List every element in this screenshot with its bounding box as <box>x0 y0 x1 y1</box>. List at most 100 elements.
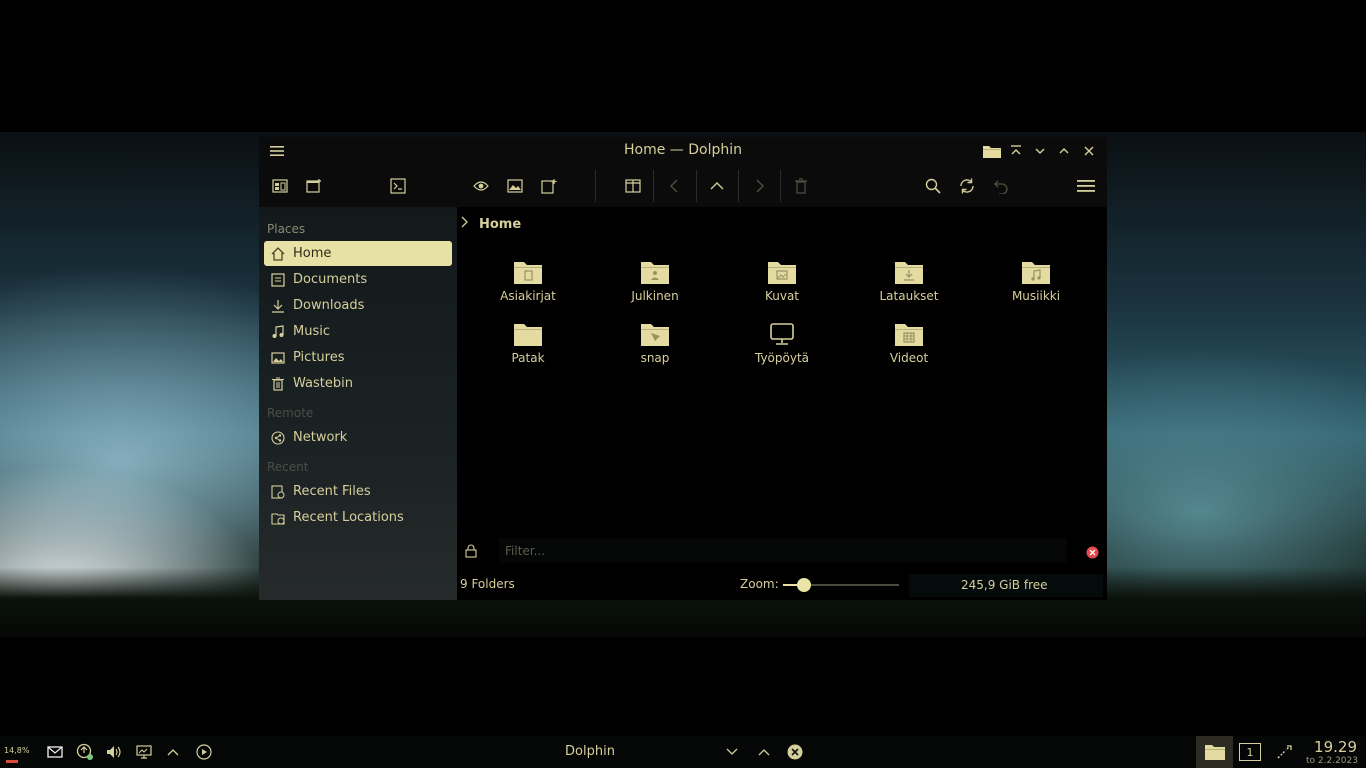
folder-label: Videot <box>889 351 929 365</box>
breadcrumb[interactable]: Home <box>461 216 521 232</box>
folder-count: 9 Folders <box>460 577 515 591</box>
sidebar-item-label: Network <box>293 430 348 445</box>
sidebar-item-label: Music <box>293 324 330 339</box>
downloads-icon <box>270 298 286 314</box>
folder-label: Kuvat <box>764 289 800 303</box>
chevron-right-icon[interactable] <box>461 216 469 232</box>
folder-icon <box>1204 745 1225 760</box>
network-icon <box>270 430 286 446</box>
chevron-up-icon[interactable] <box>163 742 183 762</box>
sidebar-item-network[interactable]: Network <box>264 425 452 450</box>
trash-icon[interactable] <box>789 174 813 198</box>
sidebar-item-label: Downloads <box>293 298 365 313</box>
active-task-title[interactable]: Dolphin <box>540 744 640 759</box>
lock-icon[interactable] <box>465 543 477 562</box>
minimize-icon[interactable] <box>1030 141 1050 161</box>
filter-bar <box>457 536 1107 566</box>
clock-date[interactable]: to 2.2.2023 <box>1306 756 1358 766</box>
folder-item[interactable]: snap <box>600 321 710 377</box>
folder-item[interactable]: Videot <box>854 321 964 377</box>
title-bar[interactable]: Home — Dolphin <box>259 137 1107 164</box>
forward-icon[interactable] <box>747 174 771 198</box>
back-icon[interactable] <box>663 174 687 198</box>
folder-item[interactable]: Asiakirjat <box>473 259 583 315</box>
virtual-desktop-pager[interactable]: 1 <box>1239 743 1261 761</box>
new-folder-icon[interactable] <box>537 174 561 198</box>
clear-filter-icon[interactable] <box>1086 544 1099 563</box>
volume-icon[interactable] <box>104 742 124 762</box>
keep-above-icon[interactable] <box>1006 141 1026 161</box>
sidebar-item-label: Documents <box>293 272 368 287</box>
sidebar-item-downloads[interactable]: Downloads <box>264 293 452 318</box>
terminal-icon[interactable] <box>386 174 410 198</box>
sidebar-item-label: Pictures <box>293 350 345 365</box>
mail-icon[interactable] <box>45 742 65 762</box>
clock-time[interactable]: 19.29 <box>1314 738 1357 756</box>
sidebar-item-documents[interactable]: Documents <box>264 267 452 292</box>
breadcrumb-home[interactable]: Home <box>479 217 521 232</box>
task-maximize-icon[interactable] <box>754 742 774 762</box>
hamburger-menu-icon[interactable] <box>1074 174 1098 198</box>
toolbar-separator <box>738 170 739 202</box>
sidebar-item-home[interactable]: Home <box>264 241 452 266</box>
undo-icon[interactable] <box>989 174 1013 198</box>
display-icon[interactable] <box>134 742 154 762</box>
sidebar-item-recent-files[interactable]: Recent Files <box>264 479 452 504</box>
toolbar-separator <box>595 170 596 202</box>
network-status-icon[interactable] <box>1275 742 1295 762</box>
public-folder-icon <box>641 262 669 284</box>
window-title: Home — Dolphin <box>623 142 742 158</box>
folder-label: Julkinen <box>631 289 679 303</box>
task-minimize-icon[interactable] <box>722 742 742 762</box>
filter-input[interactable] <box>499 538 1067 563</box>
zoom-slider[interactable] <box>783 578 899 592</box>
taskbar-dolphin-button[interactable] <box>1196 736 1233 768</box>
refresh-icon[interactable] <box>955 174 979 198</box>
sidebar-item-recent-locations[interactable]: Recent Locations <box>264 505 452 530</box>
zoom-slider-handle[interactable] <box>796 578 811 592</box>
folder-item[interactable]: Julkinen <box>600 259 710 315</box>
up-icon[interactable] <box>705 174 729 198</box>
image-icon[interactable] <box>503 174 527 198</box>
folder-item[interactable]: Musiikki <box>981 259 1091 315</box>
sidebar-item-pictures[interactable]: Pictures <box>264 345 452 370</box>
folder-item[interactable]: Patak <box>473 321 583 377</box>
places-panel: Places Home Documents Downloads Music Pi… <box>259 207 457 600</box>
split-view-icon[interactable] <box>621 174 645 198</box>
recent-locations-icon <box>270 510 286 526</box>
folder-label: Työpöytä <box>754 351 810 365</box>
cpu-graph <box>6 760 18 763</box>
folder-item[interactable]: Kuvat <box>727 259 837 315</box>
free-space-text: 245,9 GiB free <box>961 578 1048 592</box>
folder-label: snap <box>640 351 670 365</box>
sidebar-item-label: Wastebin <box>293 376 353 391</box>
folder-item[interactable]: Lataukset <box>854 259 964 315</box>
sidebar-item-label: Home <box>293 246 332 261</box>
free-space-indicator[interactable]: 245,9 GiB free <box>909 574 1103 597</box>
folder-label: Lataukset <box>879 289 939 303</box>
search-icon[interactable] <box>921 174 945 198</box>
recent-files-icon <box>270 484 286 500</box>
media-play-icon[interactable] <box>194 742 214 762</box>
task-close-icon[interactable] <box>785 742 805 762</box>
close-icon[interactable] <box>1079 141 1099 161</box>
pictures-folder-icon <box>768 262 796 284</box>
folder-item[interactable]: Työpöytä <box>727 321 837 377</box>
preview-icon[interactable] <box>469 174 493 198</box>
maximize-icon[interactable] <box>1054 141 1074 161</box>
videos-folder-icon <box>895 324 923 346</box>
music-icon <box>270 324 286 340</box>
dolphin-window: Home — Dolphin Places Home Documents Dow… <box>259 137 1107 600</box>
updates-icon[interactable] <box>75 742 95 762</box>
snap-folder-icon <box>641 324 669 346</box>
view-mode-icon[interactable] <box>268 174 292 198</box>
app-folder-icon <box>982 141 1002 161</box>
remote-header: Remote <box>267 406 314 420</box>
sidebar-item-music[interactable]: Music <box>264 319 452 344</box>
cpu-usage: 14,8% <box>4 746 30 755</box>
desktop-icon <box>770 323 794 345</box>
toolbar-separator <box>696 170 697 202</box>
sidebar-item-wastebin[interactable]: Wastebin <box>264 371 452 396</box>
new-window-icon[interactable] <box>302 174 326 198</box>
folder-label: Musiikki <box>1011 289 1061 303</box>
